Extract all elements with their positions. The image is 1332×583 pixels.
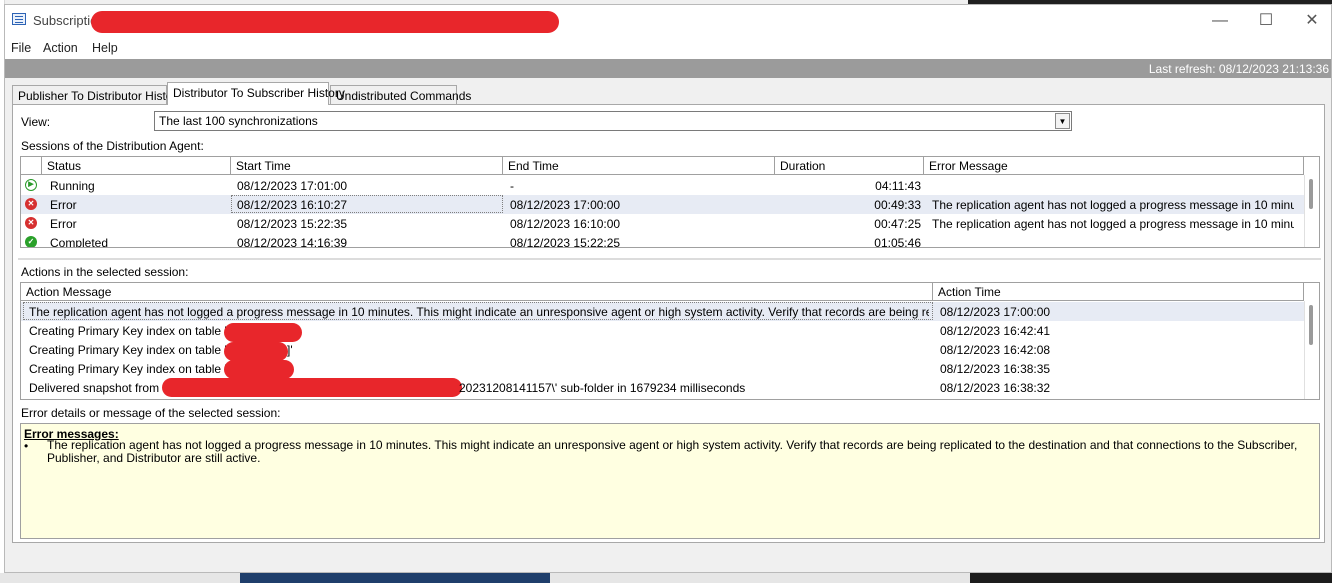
close-icon[interactable]: ✕ [1289,5,1332,37]
title-bar[interactable]: Subscriptio — ☐ ✕ [5,5,1331,37]
start-time-cell: 08/12/2023 17:01:00 [237,179,348,193]
action-message-suffix: ]' [287,343,293,357]
column-header-duration[interactable]: Duration [775,157,924,175]
start-time-cell: 08/12/2023 15:22:35 [237,217,348,231]
details-label: Error details or message of the selected… [21,406,281,420]
error-message-cell: The replication agent has not logged a p… [932,217,1294,231]
splitter[interactable] [18,258,1321,260]
action-message-cell: Delivered snapshot from the [29,381,180,395]
column-header-action-message[interactable]: Action Message [21,283,933,301]
view-label: View: [21,115,51,129]
column-header-status[interactable]: Status [42,157,231,175]
column-header-end-time[interactable]: End Time [503,157,775,175]
actions-label: Actions in the selected session: [21,265,189,279]
menu-file[interactable]: File [11,41,31,55]
vertical-scrollbar[interactable] [1304,301,1319,399]
scrollbar-thumb[interactable] [1309,179,1313,209]
running-icon: ▶ [25,179,37,191]
completed-icon: ✓ [25,236,37,247]
window-title: Subscriptio [33,13,98,28]
end-time-cell: - [510,179,514,193]
action-message-cell: The replication agent has not logged a p… [29,305,929,319]
start-time-cell: 08/12/2023 16:10:27 [237,198,348,212]
table-row-selected[interactable]: ✕ Error 08/12/2023 16:10:27 08/12/2023 1… [21,195,1305,214]
duration-cell: 04:11:43 [875,179,921,193]
last-refresh-text: Last refresh: 08/12/2023 21:13:36 [1148,62,1329,76]
column-header-action-time[interactable]: Action Time [933,283,1304,301]
maximize-icon[interactable]: ☐ [1243,5,1289,37]
menu-action[interactable]: Action [43,41,78,55]
table-row[interactable]: ✕ Error 08/12/2023 15:22:35 08/12/2023 1… [21,214,1305,233]
start-time-cell: 08/12/2023 14:16:39 [237,236,348,248]
tab-undistributed-commands[interactable]: Undistributed Commands [330,85,471,104]
error-icon: ✕ [25,217,37,229]
end-time-cell: 08/12/2023 17:00:00 [510,198,621,212]
end-time-cell: 08/12/2023 15:22:25 [510,236,621,248]
error-message-cell: The replication agent has not logged a p… [932,198,1294,212]
duration-cell: 01:05:46 [874,236,921,248]
vertical-scrollbar[interactable] [1304,175,1319,247]
error-details-panel[interactable]: Error messages: • The replication agent … [20,423,1320,539]
menu-bar: File Action Help [5,37,1331,59]
table-row-selected[interactable]: The replication agent has not logged a p… [21,302,1305,321]
actions-grid[interactable]: Action Message Action Time The replicati… [20,282,1320,400]
bullet: • [24,439,29,453]
view-selected-value: The last 100 synchronizations [159,114,318,128]
status-cell: Error [50,198,77,212]
action-message-cell: Creating Primary Key index on table '[db… [29,362,251,376]
sessions-label: Sessions of the Distribution Agent: [21,139,204,153]
action-time-cell: 08/12/2023 16:42:41 [940,324,1051,338]
taskbar-item [240,573,550,583]
table-row[interactable]: ✓ Completed 08/12/2023 14:16:39 08/12/20… [21,233,1305,248]
table-row[interactable]: Creating Primary Key index on table '[db… [21,359,1305,379]
refresh-bar: Last refresh: 08/12/2023 21:13:36 [5,59,1331,78]
status-cell: Error [50,217,77,231]
action-message-cell: Creating Primary Key index on table '[db… [29,324,251,338]
minimize-icon[interactable]: — [1197,5,1243,37]
taskbar-item [970,573,1332,583]
table-row[interactable]: Creating Primary Key index on table '[db… [21,340,1305,361]
redaction-mark [162,378,462,397]
sessions-grid[interactable]: Status Start Time End Time Duration Erro… [20,156,1320,248]
table-row[interactable]: Delivered snapshot from the 202312081411… [21,378,1305,397]
table-row[interactable]: Creating Primary Key index on table '[db… [21,321,1305,342]
scrollbar-thumb[interactable] [1309,305,1313,345]
tab-publisher-to-distributor[interactable]: Publisher To Distributor History [12,85,183,104]
table-row[interactable]: ▶ Running 08/12/2023 17:01:00 - 04:11:43 [21,176,1305,195]
error-details-text: The replication agent has not logged a p… [47,438,1298,465]
app-icon [12,13,26,25]
end-time-cell: 08/12/2023 16:10:00 [510,217,621,231]
column-header-error-message[interactable]: Error Message [924,157,1304,175]
redaction-mark [91,11,559,33]
status-cell: Completed [50,236,109,248]
action-time-cell: 08/12/2023 16:42:08 [940,343,1051,357]
action-message-suffix: 20231208141157\' sub-folder in 1679234 m… [459,381,746,395]
status-cell: Running [50,179,95,193]
redaction-mark [224,360,294,379]
action-time-cell: 08/12/2023 16:38:32 [940,381,1051,395]
menu-help[interactable]: Help [92,41,118,55]
subscription-window: Subscriptio — ☐ ✕ File Action Help Last … [4,4,1332,573]
action-time-cell: 08/12/2023 17:00:00 [940,305,1051,319]
duration-cell: 00:49:33 [874,198,921,212]
column-header-start-time[interactable]: Start Time [231,157,503,175]
error-icon: ✕ [25,198,37,210]
chevron-down-icon[interactable]: ▼ [1055,113,1070,129]
row-header-corner [21,157,42,175]
tab-distributor-to-subscriber[interactable]: Distributor To Subscriber History [167,82,345,105]
view-dropdown[interactable]: The last 100 synchronizations ▼ [154,111,1072,131]
action-message-cell: Creating Primary Key index on table '[db… [29,343,251,357]
duration-cell: 00:47:25 [874,217,921,231]
action-time-cell: 08/12/2023 16:38:35 [940,362,1051,376]
